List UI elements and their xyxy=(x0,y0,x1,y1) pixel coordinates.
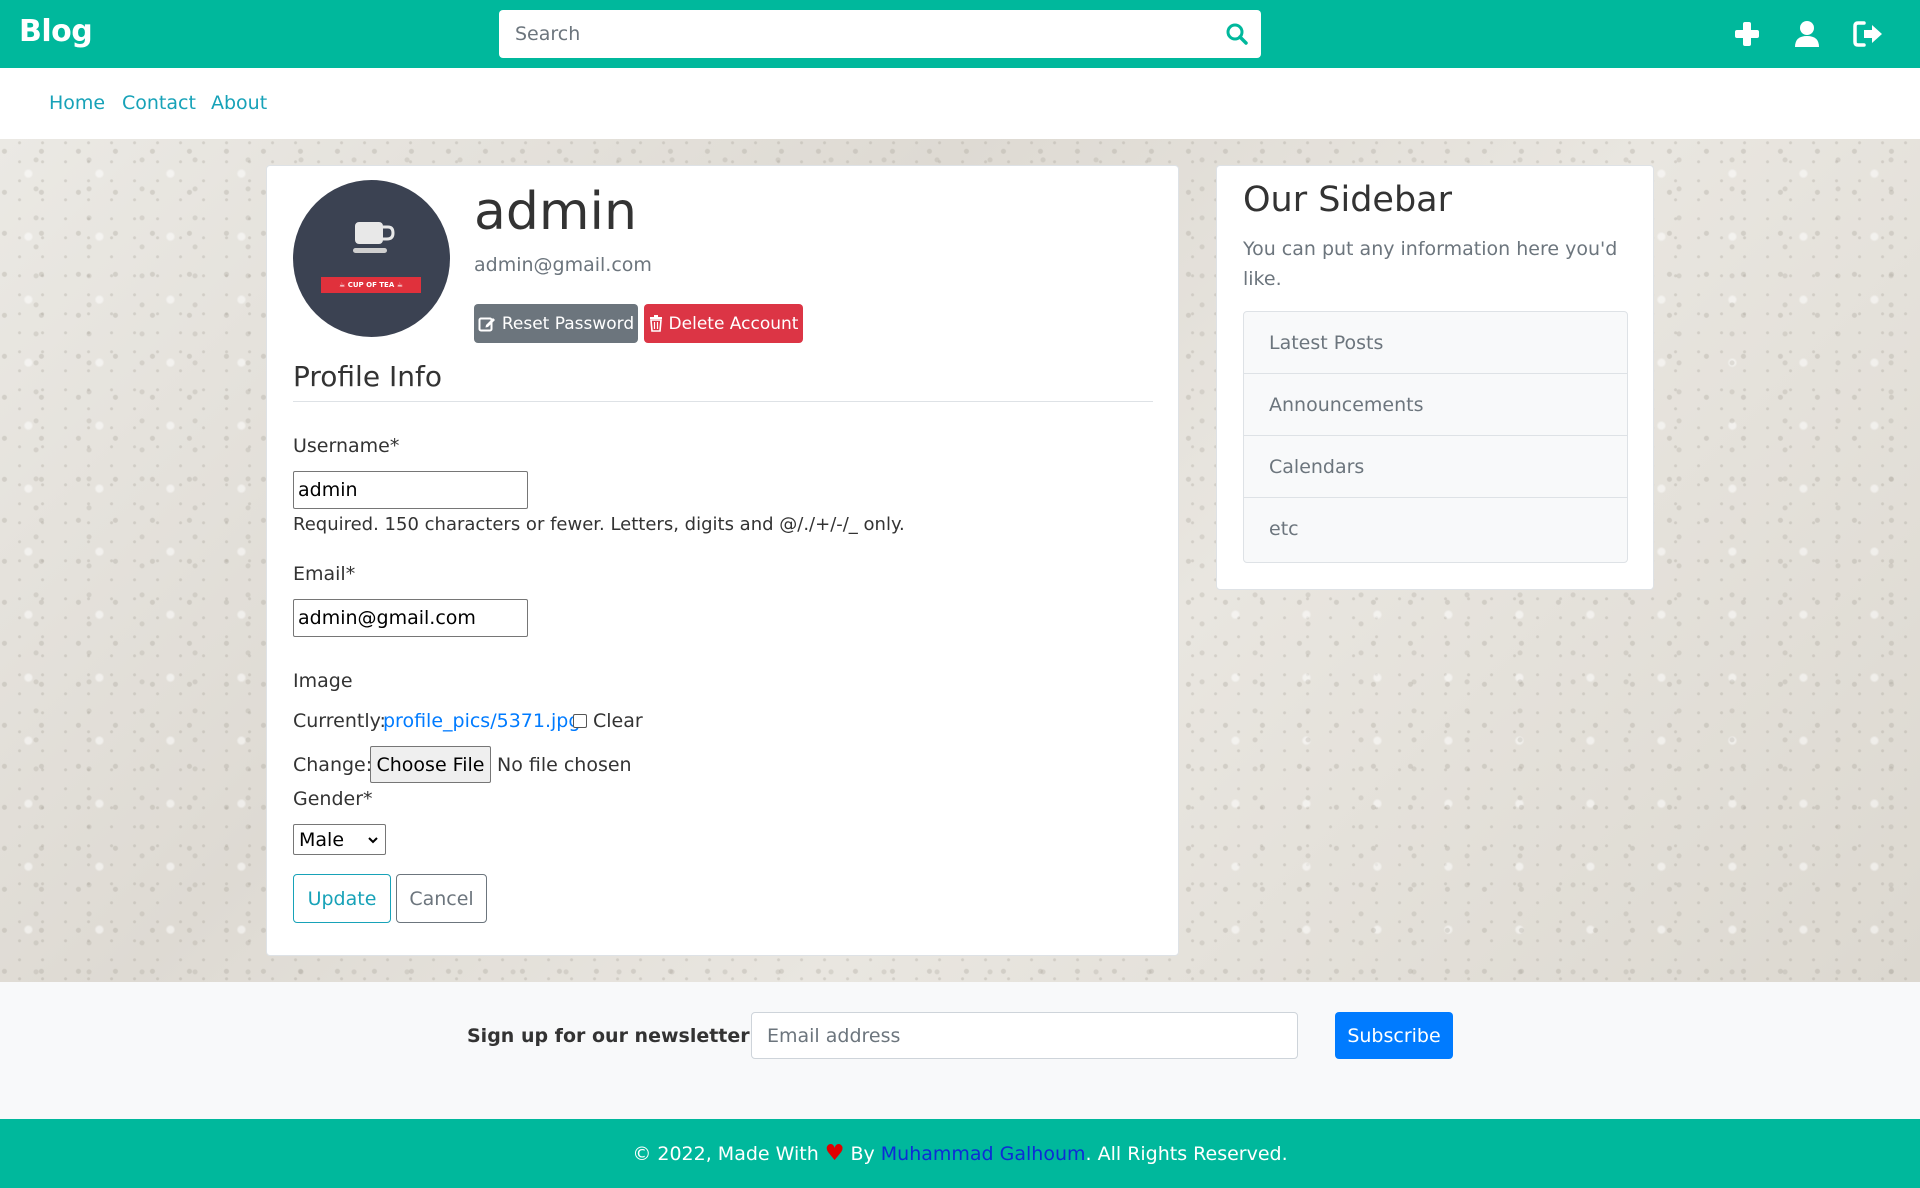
sidebar-item-etc[interactable]: etc xyxy=(1244,498,1627,560)
profile-info-heading: Profile Info xyxy=(293,360,1153,402)
image-label: Image xyxy=(293,670,353,692)
search-input[interactable] xyxy=(499,10,1199,58)
profile-email: admin@gmail.com xyxy=(474,254,652,276)
secondary-nav: Home Contact About xyxy=(0,68,1920,139)
sidebar-item-calendars[interactable]: Calendars xyxy=(1244,436,1627,498)
avatar-banner: ☕ CUP OF TEA ☕ xyxy=(321,277,421,293)
gender-select-value: Male xyxy=(299,828,345,851)
sign-out-icon[interactable] xyxy=(1851,17,1885,51)
newsletter-email-input[interactable] xyxy=(751,1012,1298,1059)
reset-password-label: Reset Password xyxy=(501,313,635,334)
edit-icon xyxy=(478,317,495,331)
sidebar-item-announcements[interactable]: Announcements xyxy=(1244,374,1627,436)
cancel-button[interactable]: Cancel xyxy=(396,874,487,923)
search-box xyxy=(499,10,1261,58)
sidebar-item-latest-posts[interactable]: Latest Posts xyxy=(1244,312,1627,374)
profile-username: admin xyxy=(474,182,637,242)
current-file-link[interactable]: profile_pics/5371.jpg xyxy=(383,710,580,732)
avatar: ☕ CUP OF TEA ☕ xyxy=(293,180,450,337)
delete-account-label: Delete Account xyxy=(668,313,799,334)
delete-account-button[interactable]: Delete Account xyxy=(644,304,803,343)
profile-card: ☕ CUP OF TEA ☕ admin admin@gmail.com Res… xyxy=(266,165,1179,956)
email-label: Email* xyxy=(293,563,356,585)
clear-checkbox[interactable] xyxy=(573,714,587,728)
footer: © 2022, Made With ♥ By Muhammad Galhoum.… xyxy=(0,1119,1920,1188)
username-help-text: Required. 150 characters or fewer. Lette… xyxy=(293,514,905,535)
gender-label: Gender* xyxy=(293,788,373,810)
username-label: Username* xyxy=(293,435,400,457)
trash-icon xyxy=(649,315,662,332)
sidebar-title: Our Sidebar xyxy=(1243,180,1452,220)
plus-icon[interactable] xyxy=(1730,17,1764,51)
search-icon[interactable] xyxy=(1223,20,1251,48)
heart-icon: ♥ xyxy=(824,1141,845,1166)
update-button[interactable]: Update xyxy=(293,874,391,923)
subscribe-button[interactable]: Subscribe xyxy=(1335,1012,1453,1059)
nav-contact-link[interactable]: Contact xyxy=(122,92,196,114)
no-file-chosen-text: No file chosen xyxy=(497,754,632,776)
nav-home-link[interactable]: Home xyxy=(49,92,105,114)
email-field[interactable] xyxy=(293,599,528,637)
footer-by: By xyxy=(850,1142,875,1165)
brand-logo[interactable]: Blog xyxy=(19,14,93,49)
clear-label: Clear xyxy=(593,710,643,732)
sidebar-list: Latest Posts Announcements Calendars etc xyxy=(1243,311,1628,563)
chevron-down-icon xyxy=(368,837,378,844)
nav-about-link[interactable]: About xyxy=(211,92,267,114)
cup-icon xyxy=(353,222,395,253)
choose-file-button[interactable]: Choose File xyxy=(370,746,491,783)
currently-label: Currently: xyxy=(293,710,386,732)
newsletter-label: Sign up for our newsletter xyxy=(467,1025,750,1047)
author-link[interactable]: Muhammad Galhoum xyxy=(881,1143,1086,1165)
footer-suffix: . All Rights Reserved. xyxy=(1085,1142,1288,1165)
user-icon[interactable] xyxy=(1790,17,1824,51)
newsletter-section: Sign up for our newsletter Subscribe xyxy=(0,982,1920,1119)
reset-password-button[interactable]: Reset Password xyxy=(474,304,638,343)
sidebar: Our Sidebar You can put any information … xyxy=(1216,165,1654,590)
gender-select[interactable]: Male xyxy=(293,824,386,855)
username-field[interactable] xyxy=(293,471,528,509)
top-navbar: Blog xyxy=(0,0,1920,68)
footer-prefix: © 2022, Made With xyxy=(632,1142,819,1165)
sidebar-description: You can put any information here you'd l… xyxy=(1243,238,1618,290)
change-label: Change: xyxy=(293,754,373,776)
